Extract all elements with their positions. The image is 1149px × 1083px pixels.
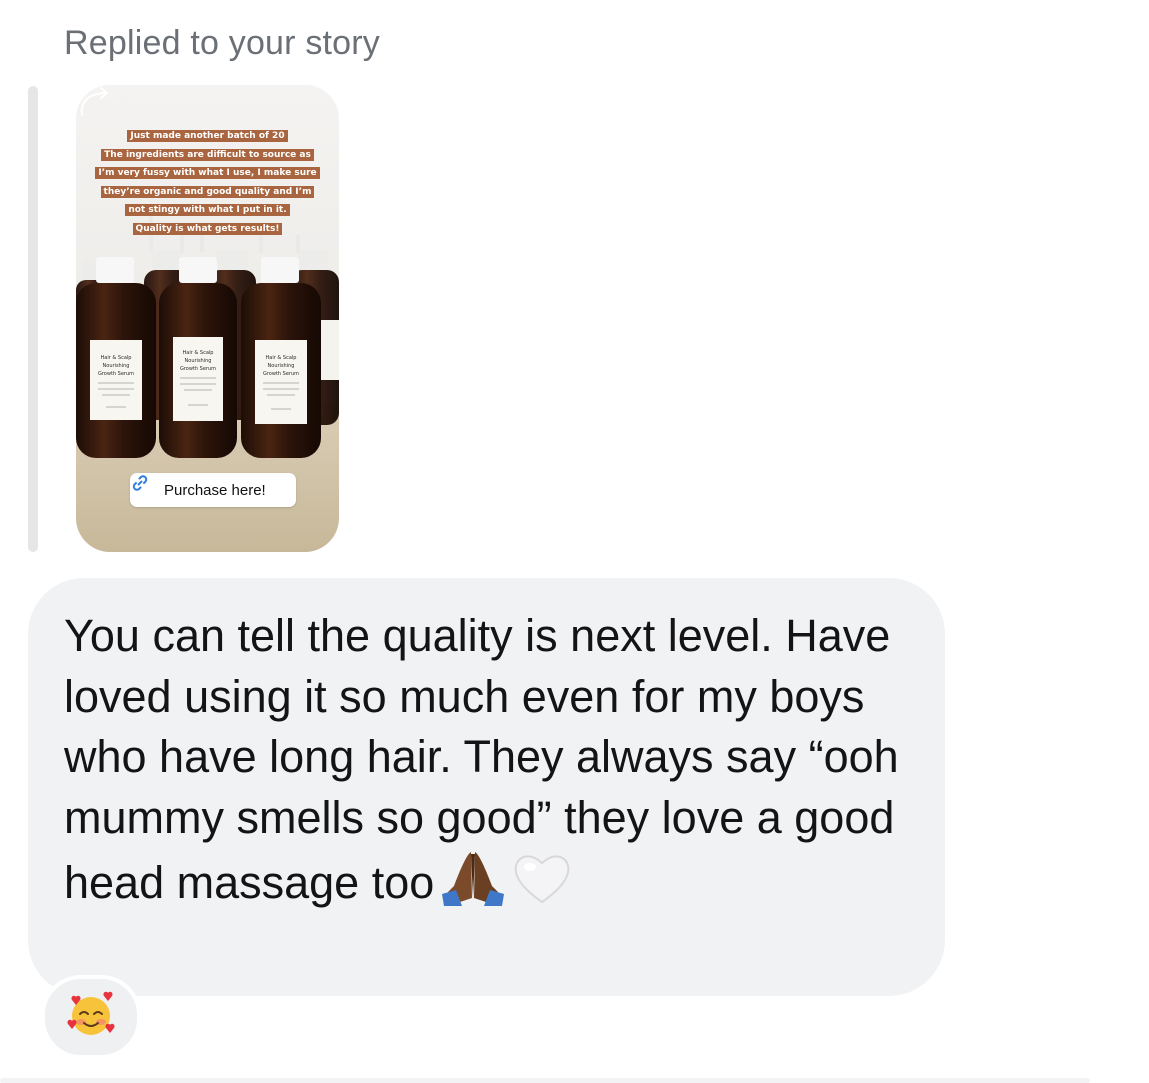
caption-line: Quality is what gets results! — [132, 222, 283, 235]
message-text: You can tell the quality is next level. … — [64, 606, 924, 922]
composer-divider — [0, 1078, 1090, 1083]
bottle-3-label-line-3: Growth Serum — [263, 371, 299, 377]
caption-line: The ingredients are difficult to source … — [101, 148, 314, 161]
bottle-2-label-line-1: Hair & Scalp — [183, 350, 214, 356]
bottle-1-label-line-2: Nourishing — [103, 363, 130, 369]
bottle-1-label-line-3: Growth Serum — [98, 371, 134, 377]
folded-hands-icon — [440, 848, 506, 922]
caption-line: Just made another batch of 20 — [127, 130, 288, 142]
smiling-face-with-hearts-icon — [66, 990, 116, 1045]
reply-indicator-bar — [28, 86, 38, 552]
story-preview[interactable]: Hair & Scalp Nourishing Growth Serum Hai… — [76, 85, 339, 552]
bottle-2-label-line-3: Growth Serum — [180, 366, 216, 372]
reaction-badge[interactable] — [41, 975, 141, 1059]
white-heart-icon — [512, 850, 572, 922]
purchase-link-label: Purchase here! — [164, 481, 266, 499]
dm-conversation: Replied to your story Hair & Scalp Nouri… — [0, 0, 1149, 1083]
caption-line: I’m very fussy with what I use, I make s… — [95, 167, 320, 180]
link-icon — [132, 475, 158, 500]
bottle-3-label-line-1: Hair & Scalp — [266, 355, 297, 361]
caption-line: not stingy with what I put in it. — [125, 204, 290, 217]
bottle-1-label-line-1: Hair & Scalp — [101, 355, 132, 361]
caption-line: they’re organic and good quality and I’m — [100, 185, 315, 198]
bottle-3-label-line-2: Nourishing — [268, 363, 295, 369]
story-caption: Just made another batch of 20 The ingred… — [90, 125, 325, 237]
purchase-link-sticker[interactable]: Purchase here! — [130, 473, 296, 507]
bottle-2-label-line-2: Nourishing — [185, 358, 212, 364]
message-bubble[interactable]: You can tell the quality is next level. … — [28, 578, 945, 996]
reply-context-label: Replied to your story — [64, 24, 381, 62]
curved-arrow-icon — [80, 87, 108, 116]
